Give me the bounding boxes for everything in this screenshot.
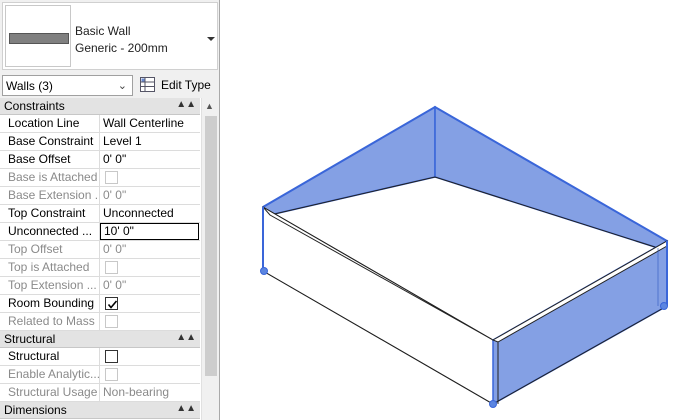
group-title: Structural [4, 332, 56, 346]
property-name: Base Extension ... [0, 187, 100, 204]
collapse-icon[interactable]: ▲▲ [176, 332, 196, 343]
property-row-related-to-mass: Related to Mass [0, 313, 200, 331]
checkbox-enable-analytical [105, 368, 118, 381]
type-name-label: Generic - 200mm [75, 41, 168, 55]
front-wall-left[interactable] [262, 206, 494, 405]
wall-end-grip[interactable] [260, 267, 268, 275]
scrollbar-thumb[interactable] [205, 116, 217, 376]
property-value: Non-bearing [103, 385, 170, 399]
property-row-structural[interactable]: Structural [0, 348, 200, 366]
property-row-location-line[interactable]: Location Line Wall Centerline [0, 115, 200, 133]
type-dropdown-arrow-icon[interactable] [207, 37, 215, 41]
group-title: Constraints [4, 99, 65, 113]
property-name: Top Extension ... [0, 277, 100, 294]
checkmark-icon [107, 300, 118, 309]
properties-palette: Basic Wall Generic - 200mm Walls (3) ⌄ E… [0, 0, 220, 420]
property-row-base-offset[interactable]: Base Offset 0' 0" [0, 151, 200, 169]
property-value [101, 169, 200, 186]
group-header-constraints[interactable]: Constraints ▲▲ [0, 98, 200, 115]
property-value[interactable]: 0' 0" [101, 151, 200, 168]
property-name: Base is Attached [0, 169, 100, 186]
scroll-up-arrow-icon[interactable]: ▲ [205, 101, 214, 111]
checkbox-related-to-mass [105, 315, 118, 328]
group-header-structural[interactable]: Structural ▲▲ [0, 331, 200, 348]
property-row-base-is-attached: Base is Attached [0, 169, 200, 187]
property-name: Top is Attached [0, 259, 100, 276]
wall-end-grip[interactable] [489, 400, 497, 408]
back-wall-left[interactable] [261, 105, 436, 216]
property-value: 0' 0" [103, 188, 127, 202]
checkbox-room-bounding[interactable] [105, 297, 118, 310]
property-row-top-extension: Top Extension ... 0' 0" [0, 277, 200, 295]
property-name: Enable Analytic... [0, 366, 100, 383]
property-row-top-offset: Top Offset 0' 0" [0, 241, 200, 259]
collapse-icon[interactable]: ▲▲ [176, 99, 196, 110]
property-name: Top Offset [0, 241, 100, 258]
property-name: Base Offset [0, 151, 100, 168]
property-value [101, 259, 200, 276]
property-row-base-extension: Base Extension ... 0' 0" [0, 187, 200, 205]
property-row-top-constraint[interactable]: Top Constraint Unconnected [0, 205, 200, 223]
property-row-top-is-attached: Top is Attached [0, 259, 200, 277]
3d-viewport[interactable] [228, 0, 687, 420]
properties-table: Constraints ▲▲ Location Line Wall Center… [0, 98, 200, 419]
unconnected-height-input[interactable]: 10' 0" [100, 223, 199, 240]
chevron-down-icon: ⌄ [117, 80, 127, 92]
checkbox-base-is-attached [105, 171, 118, 184]
properties-grid: Constraints ▲▲ Location Line Wall Center… [0, 98, 219, 420]
property-row-base-constraint[interactable]: Base Constraint Level 1 [0, 133, 200, 151]
property-row-room-bounding[interactable]: Room Bounding [0, 295, 200, 313]
property-row-structural-usage: Structural Usage Non-bearing [0, 384, 200, 402]
property-name: Base Constraint [0, 133, 100, 150]
edit-type-icon [140, 77, 155, 92]
property-value[interactable] [101, 348, 200, 365]
group-header-dimensions[interactable]: Dimensions ▲▲ [0, 402, 200, 419]
edit-type-button[interactable]: Edit Type [139, 75, 217, 96]
property-name: Unconnected ... [0, 223, 100, 240]
property-name: Location Line [0, 115, 100, 132]
type-family-label: Basic Wall [75, 24, 131, 38]
property-row-unconnected-height[interactable]: Unconnected ... 10' 0" [0, 223, 200, 241]
group-title: Dimensions [4, 403, 67, 417]
wall-swatch-bar [9, 33, 69, 44]
property-value[interactable]: Unconnected [101, 205, 200, 222]
element-filter-dropdown[interactable]: Walls (3) ⌄ [2, 75, 133, 96]
element-filter-label: Walls (3) [6, 79, 53, 93]
front-wall-right[interactable] [491, 239, 668, 406]
edit-type-label: Edit Type [161, 78, 211, 92]
properties-scrollbar[interactable]: ▲ [201, 98, 219, 420]
property-value: 0' 0" [103, 242, 127, 256]
property-value[interactable]: Wall Centerline [101, 115, 200, 132]
property-row-enable-analytical: Enable Analytic... [0, 366, 200, 384]
property-name: Structural [0, 348, 100, 365]
property-value: 0' 0" [103, 278, 127, 292]
property-name: Structural Usage [0, 384, 100, 401]
checkbox-structural[interactable] [105, 350, 118, 363]
property-name: Top Constraint [0, 205, 100, 222]
property-value[interactable] [101, 295, 200, 312]
property-name: Room Bounding [0, 295, 100, 312]
property-name: Related to Mass [0, 313, 100, 330]
wall-end-grip[interactable] [660, 302, 668, 310]
property-value [101, 313, 200, 330]
property-value [101, 366, 200, 383]
checkbox-top-is-attached [105, 261, 118, 274]
collapse-icon[interactable]: ▲▲ [176, 403, 196, 414]
wall-type-swatch-icon [5, 5, 71, 67]
type-selector[interactable]: Basic Wall Generic - 200mm [2, 2, 218, 70]
property-value[interactable]: Level 1 [101, 133, 200, 150]
wall-model-canvas[interactable] [228, 0, 687, 420]
